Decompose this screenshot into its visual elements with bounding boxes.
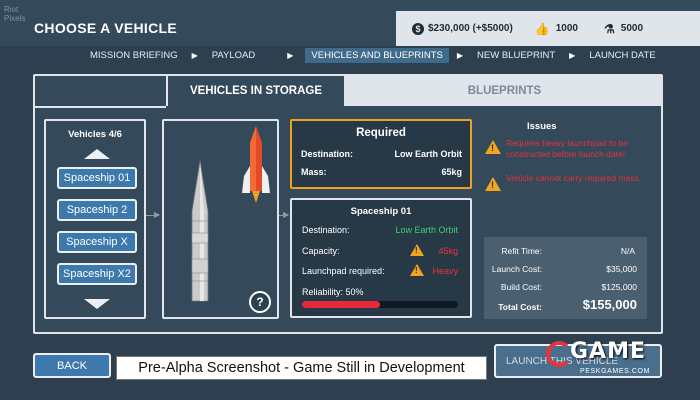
warning-icon: ! — [410, 244, 424, 256]
tab-divider — [35, 106, 166, 108]
issue-text: Vehicle cannot carry required mass. — [506, 173, 642, 183]
launch-cost-label: Launch Cost: — [491, 264, 542, 274]
vehicle-capacity-label: Capacity: — [302, 246, 340, 256]
tab-vehicles-in-storage[interactable]: VEHICLES IN STORAGE — [166, 76, 346, 106]
page-title: CHOOSE A VEHICLE — [34, 20, 178, 36]
total-cost-label: Total Cost: — [498, 302, 542, 312]
build-cost-label: Build Cost: — [500, 282, 542, 292]
resources-bar: $ $230,000 (+$5000) 👍 1000 ⚗ 5000 — [396, 11, 700, 46]
warning-icon: ! — [485, 177, 501, 191]
vehicle-destination-value: Low Earth Orbit — [395, 225, 458, 235]
breadcrumb-arrow-icon: ▶ — [569, 50, 576, 60]
vehicle-details: Spaceship 01 Destination: Low Earth Orbi… — [290, 198, 472, 318]
required-summary: Required Destination: Low Earth Orbit Ma… — [290, 119, 472, 189]
vehicle-reliability-label: Reliability: 50% — [302, 287, 364, 297]
issue-item: ! Vehicle cannot carry required mass. — [485, 173, 655, 191]
total-cost-value: $155,000 — [582, 297, 637, 312]
breadcrumb-vehicles[interactable]: VEHICLES AND BLUEPRINTS — [305, 47, 449, 63]
vehicle-spaceship-x-button[interactable]: Spaceship X — [57, 231, 137, 253]
refit-time-label: Refit Time: — [501, 246, 542, 256]
connector-arrow-icon: ▶ — [283, 210, 290, 219]
issues-title: Issues — [527, 121, 557, 132]
reliability-bar-fill — [302, 301, 380, 308]
reliability-bar — [302, 301, 458, 308]
thumbs-icon: 👍 — [534, 21, 550, 36]
likes-resource: 👍 1000 — [535, 22, 578, 36]
scroll-down-icon[interactable] — [84, 299, 110, 309]
required-mass-label: Mass: — [301, 167, 327, 177]
tab-blueprints[interactable]: BLUEPRINTS — [346, 76, 663, 106]
breadcrumb-arrow-icon: ▶ — [287, 50, 294, 60]
rocket-illustration — [191, 126, 270, 302]
breadcrumb-new-blueprint[interactable]: NEW BLUEPRINT — [471, 48, 561, 63]
vehicle-launchpad-label: Launchpad required: — [302, 266, 385, 276]
logo-subtext: PESKGAMES.COM — [580, 368, 651, 375]
vehicle-name: Spaceship 01 — [350, 206, 412, 217]
pre-alpha-banner: Pre-Alpha Screenshot - Game Still in Dev… — [116, 356, 487, 380]
science-resource: ⚗ 5000 — [604, 22, 643, 36]
vehicle-capacity-value: 45kg — [438, 246, 458, 256]
vehicle-spaceship-x2-button[interactable]: Spaceship X2 — [57, 263, 137, 285]
vehicle-launchpad-value: Heavy — [432, 266, 458, 276]
required-destination-value: Low Earth Orbit — [394, 149, 463, 159]
issue-text: Requires heavy launchpad to be construct… — [506, 138, 628, 159]
vehicles-list: Vehicles 4/6 Spaceship 01 Spaceship 2 Sp… — [44, 119, 146, 319]
refit-time-value: N/A — [620, 246, 635, 256]
connector-arrow-icon: ▶ — [154, 210, 161, 219]
required-title: Required — [356, 127, 406, 139]
logo-mark-icon — [546, 341, 572, 367]
vehicles-count: Vehicles 4/6 — [68, 129, 122, 140]
breadcrumb-arrow-icon: ▶ — [191, 50, 198, 60]
back-button[interactable]: BACK — [33, 353, 111, 378]
logo-text: GAME — [570, 339, 647, 364]
rocket-preview — [162, 119, 279, 319]
vehicle-destination-label: Destination: — [302, 225, 350, 235]
money-resource: $ $230,000 (+$5000) — [412, 22, 513, 35]
issue-item: ! Requires heavy launchpad to be constru… — [485, 138, 655, 160]
breadcrumb-arrow-icon: ▶ — [456, 50, 464, 60]
vehicle-spaceship-2-button[interactable]: Spaceship 2 — [57, 199, 137, 221]
warning-icon: ! — [410, 264, 424, 276]
help-button[interactable]: ? — [249, 291, 271, 313]
likes-value: 1000 — [555, 23, 578, 34]
warning-icon: ! — [485, 140, 501, 154]
breadcrumb-payload[interactable]: PAYLOAD — [206, 48, 261, 63]
site-logo: GAME PESKGAMES.COM — [546, 339, 686, 385]
required-destination-label: Destination: — [301, 149, 354, 159]
breadcrumb-mission-briefing[interactable]: MISSION BRIEFING — [84, 48, 184, 63]
required-mass-value: 65kg — [441, 167, 462, 177]
scroll-up-icon[interactable] — [84, 149, 110, 159]
science-value: 5000 — [620, 23, 644, 34]
cost-summary: Refit Time: N/A Launch Cost: $35,000 Bui… — [484, 237, 647, 319]
launch-cost-value: $35,000 — [606, 264, 637, 274]
watermark: Riot Pixels — [4, 5, 26, 23]
vehicle-spaceship-01-button[interactable]: Spaceship 01 — [57, 167, 137, 189]
breadcrumb: MISSION BRIEFING ▶ PAYLOAD ▶ VEHICLES AN… — [0, 46, 700, 64]
money-icon: $ — [412, 22, 424, 35]
build-cost-value: $125,000 — [601, 282, 637, 292]
money-value: $230,000 (+$5000) — [428, 23, 513, 34]
breadcrumb-launch-date[interactable]: LAUNCH DATE — [583, 48, 661, 63]
flask-icon: ⚗ — [604, 21, 615, 36]
